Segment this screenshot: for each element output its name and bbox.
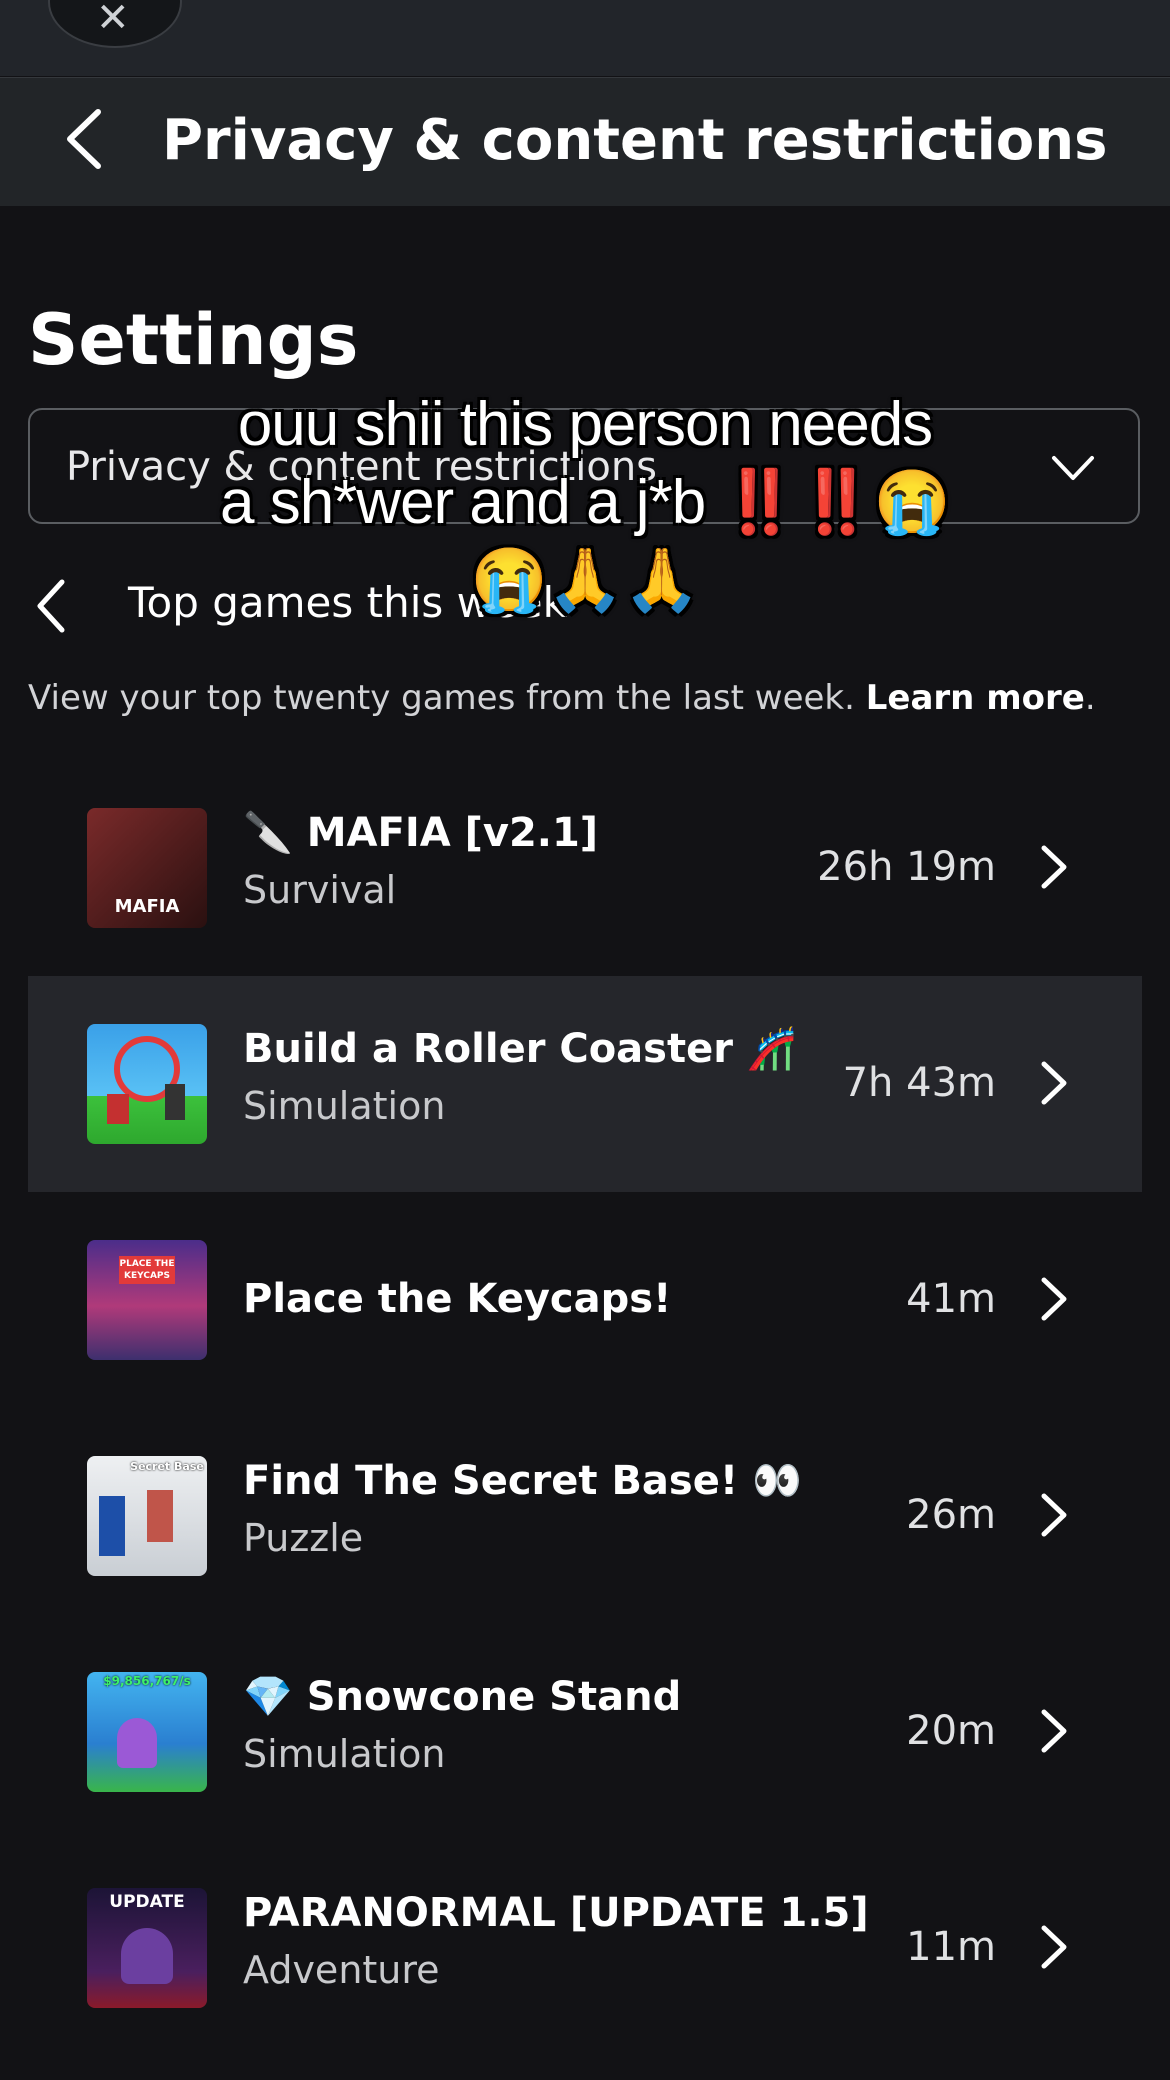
game-thumbnail: $9,856,767/s: [87, 1672, 207, 1792]
settings-heading: Settings: [28, 299, 359, 381]
chevron-right-icon: [1041, 1493, 1067, 1537]
game-playtime: 11m: [906, 1924, 996, 1970]
game-playtime: 20m: [906, 1708, 996, 1754]
game-thumbnail: UPDATE: [87, 1888, 207, 2008]
snowcone-graphic: [117, 1718, 157, 1768]
top-strip: ✕: [0, 0, 1170, 76]
game-title: Find The Secret Base! 👀: [243, 1458, 802, 1504]
game-title: Place the Keycaps!: [243, 1276, 672, 1322]
game-thumbnail: Secret Base: [87, 1456, 207, 1576]
game-playtime: 7h 43m: [842, 1060, 996, 1106]
game-row[interactable]: Secret Base Find The Secret Base! 👀 Puzz…: [28, 1408, 1142, 1624]
game-playtime: 26m: [906, 1492, 996, 1538]
thumbnail-label: UPDATE: [109, 1892, 185, 1912]
roller-coaster-loop-icon: [107, 1036, 185, 1124]
chevron-down-icon: [1052, 456, 1094, 480]
chevron-right-icon: [1041, 1277, 1067, 1321]
game-genre: Adventure: [243, 1948, 440, 1992]
description-period: .: [1084, 678, 1096, 718]
door-graphic: [147, 1490, 173, 1542]
chevron-right-icon: [1041, 1709, 1067, 1753]
thumbnail-label: PLACE THE KEYCAPS: [119, 1256, 175, 1284]
character-graphic: [99, 1496, 125, 1556]
game-genre: Survival: [243, 868, 397, 912]
settings-category-dropdown[interactable]: Privacy & content restrictions: [28, 408, 1140, 524]
game-title: 💎 Snowcone Stand: [243, 1674, 682, 1720]
game-row[interactable]: PLACE THE KEYCAPS Place the Keycaps! 41m: [28, 1192, 1142, 1408]
game-title: 🔪 MAFIA [v2.1]: [243, 810, 599, 856]
game-row[interactable]: $9,856,767/s 💎 Snowcone Stand Simulation…: [28, 1624, 1142, 1840]
close-button[interactable]: ✕: [48, 0, 182, 48]
chevron-right-icon: [1041, 1061, 1067, 1105]
game-genre: Simulation: [243, 1732, 446, 1776]
game-playtime: 41m: [906, 1276, 996, 1322]
thumbnail-label: Secret Base: [130, 1460, 204, 1473]
thumbnail-label: $9,856,767/s: [103, 1674, 191, 1688]
section-header: Top games this week: [0, 560, 1170, 640]
section-back-icon[interactable]: [32, 576, 72, 636]
page-title: Privacy & content restrictions: [162, 108, 1108, 173]
game-thumbnail: [87, 1024, 207, 1144]
game-row[interactable]: UPDATE PARANORMAL [UPDATE 1.5] Adventure…: [28, 1840, 1142, 2056]
close-icon: ✕: [96, 0, 130, 41]
game-thumbnail: PLACE THE KEYCAPS: [87, 1240, 207, 1360]
section-title: Top games this week: [128, 578, 567, 627]
app-header: Privacy & content restrictions: [0, 77, 1170, 206]
animatronic-graphic: [121, 1928, 173, 1984]
game-row[interactable]: MAFIA 🔪 MAFIA [v2.1] Survival 26h 19m: [28, 760, 1142, 976]
game-title: PARANORMAL [UPDATE 1.5]: [243, 1890, 869, 1936]
game-row[interactable]: Build a Roller Coaster 🎢 Simulation 7h 4…: [28, 976, 1142, 1192]
description-text: View your top twenty games from the last…: [28, 678, 866, 718]
game-playtime: 26h 19m: [817, 844, 996, 890]
dropdown-value: Privacy & content restrictions: [66, 444, 658, 490]
chevron-right-icon: [1041, 1925, 1067, 1969]
top-games-list: MAFIA 🔪 MAFIA [v2.1] Survival 26h 19m Bu…: [28, 760, 1142, 2056]
thumbnail-label: MAFIA: [114, 896, 180, 917]
section-description: View your top twenty games from the last…: [28, 676, 1096, 720]
game-thumbnail: MAFIA: [87, 808, 207, 928]
back-arrow-icon[interactable]: [58, 104, 118, 174]
game-genre: Puzzle: [243, 1516, 364, 1560]
game-genre: Simulation: [243, 1084, 446, 1128]
game-title: Build a Roller Coaster 🎢: [243, 1026, 797, 1072]
learn-more-link[interactable]: Learn more: [866, 678, 1085, 718]
chevron-right-icon: [1041, 845, 1067, 889]
